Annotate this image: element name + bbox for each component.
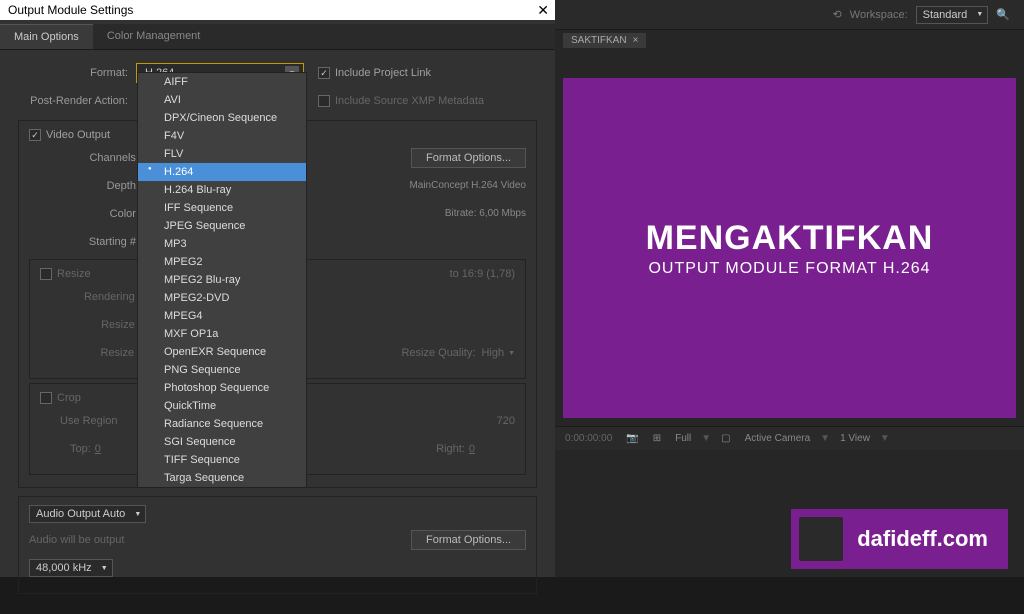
include-xmp-label: Include Source XMP Metadata	[335, 95, 484, 107]
channels-label: Channels:	[29, 152, 147, 164]
format-option[interactable]: PNG Sequence	[138, 361, 306, 379]
audio-rate-dropdown[interactable]: 48,000 kHz	[29, 559, 113, 577]
use-region-label: Use Region	[60, 415, 117, 427]
workspace-bar: ⟲ Workspace: Standard 🔍	[555, 0, 1024, 30]
crop-label: Crop	[57, 392, 81, 404]
workspace-label: Workspace:	[850, 9, 908, 21]
resolution-dropdown[interactable]: Full	[671, 432, 695, 445]
camera-dropdown[interactable]: Active Camera	[741, 432, 815, 445]
format-option[interactable]: Radiance Sequence	[138, 415, 306, 433]
format-option[interactable]: MXF OP1a	[138, 325, 306, 343]
camera-icon[interactable]: 📷	[622, 432, 642, 445]
audio-output-dropdown[interactable]: Audio Output Auto	[29, 505, 146, 523]
timecode[interactable]: 0:00:00:00	[561, 432, 616, 445]
resize-label: Resize	[57, 268, 91, 280]
dialog-title: Output Module Settings	[8, 3, 133, 17]
resize-quality-label: Resize Quality:	[401, 347, 475, 359]
resize-quality-value: High	[481, 347, 504, 359]
top-value[interactable]: 0	[95, 443, 101, 455]
preview-subtitle: OUTPUT MODULE FORMAT H.264	[648, 260, 930, 278]
format-option[interactable]: DPX/Cineon Sequence	[138, 109, 306, 127]
format-option[interactable]: AIFF	[138, 73, 306, 91]
format-option[interactable]: FLV	[138, 145, 306, 163]
format-option[interactable]: Photoshop Sequence	[138, 379, 306, 397]
format-option[interactable]: AVI	[138, 91, 306, 109]
tab-color-management[interactable]: Color Management	[93, 24, 215, 49]
format-option[interactable]: JPEG Sequence	[138, 217, 306, 235]
format-option[interactable]: MPEG2-DVD	[138, 289, 306, 307]
format-option[interactable]: Targa Sequence	[138, 469, 306, 487]
preview-title: MENGAKTIFKAN	[646, 219, 934, 258]
format-option[interactable]: QuickTime	[138, 397, 306, 415]
composition-tab-bar: SAKTIFKAN ×	[555, 30, 1024, 50]
format-option[interactable]: MPEG4	[138, 307, 306, 325]
format-option[interactable]: H.264 Blu-ray	[138, 181, 306, 199]
format-option[interactable]: TIFF Sequence	[138, 451, 306, 469]
preview-panel: MENGAKTIFKAN OUTPUT MODULE FORMAT H.264	[563, 78, 1016, 418]
video-output-label: Video Output	[46, 129, 110, 141]
region-icon[interactable]: ▢	[717, 432, 734, 445]
format-option[interactable]: MP3	[138, 235, 306, 253]
preview-controls: 0:00:00:00 📷 ⊞ Full ▼ ▢ Active Camera ▼ …	[555, 426, 1024, 450]
stretch-hint: to 16:9 (1,78)	[450, 268, 515, 280]
workspace-dropdown[interactable]: Standard	[916, 6, 989, 24]
codec-info-2: Bitrate: 6,00 Mbps	[445, 207, 526, 221]
audio-format-options-button[interactable]: Format Options...	[411, 530, 526, 550]
format-option[interactable]: MPEG2	[138, 253, 306, 271]
format-option[interactable]: MPEG2 Blu-ray	[138, 271, 306, 289]
include-link-checkbox[interactable]: ✓	[318, 67, 330, 79]
color-label: Color:	[29, 208, 147, 220]
format-option[interactable]: OpenEXR Sequence	[138, 343, 306, 361]
sync-icon: ⟲	[833, 8, 842, 21]
crop-res: 720	[497, 415, 515, 427]
close-icon[interactable]: ×	[633, 35, 639, 46]
depth-label: Depth:	[29, 180, 147, 192]
tab-main-options[interactable]: Main Options	[0, 24, 93, 49]
format-option[interactable]: H.264	[138, 163, 306, 181]
app-background: ⟲ Workspace: Standard 🔍 SAKTIFKAN × MENG…	[555, 0, 1024, 577]
grid-icon[interactable]: ⊞	[649, 432, 665, 445]
format-option[interactable]: IFF Sequence	[138, 199, 306, 217]
format-dropdown-list: AIFFAVIDPX/Cineon SequenceF4VFLVH.264H.2…	[137, 72, 307, 488]
format-option[interactable]: SGI Sequence	[138, 433, 306, 451]
close-button[interactable]: ✕	[537, 2, 549, 19]
format-label: Format:	[18, 67, 136, 79]
composition-tab[interactable]: SAKTIFKAN ×	[563, 33, 646, 48]
crop-checkbox[interactable]	[40, 392, 52, 404]
view-dropdown[interactable]: 1 View	[836, 432, 874, 445]
dialog-tabs: Main Options Color Management	[0, 24, 555, 50]
include-xmp-checkbox[interactable]	[318, 95, 330, 107]
video-output-checkbox[interactable]: ✓	[29, 129, 41, 141]
format-option[interactable]: F4V	[138, 127, 306, 145]
composition-tab-label: SAKTIFKAN	[571, 35, 627, 46]
include-link-label: Include Project Link	[335, 67, 431, 79]
top-label: Top:	[70, 443, 91, 455]
dialog-titlebar: Output Module Settings ✕	[0, 0, 555, 20]
search-icon[interactable]: 🔍	[996, 8, 1010, 21]
output-module-dialog: Output Module Settings ✕ Main Options Co…	[0, 0, 555, 577]
right-value[interactable]: 0	[469, 443, 475, 455]
codec-info-1: MainConcept H.264 Video	[409, 179, 526, 193]
banner-text: dafideff.com	[857, 526, 988, 552]
avatar	[799, 517, 843, 561]
format-options-button[interactable]: Format Options...	[411, 148, 526, 168]
brand-banner: dafideff.com	[791, 509, 1008, 569]
right-label: Right:	[436, 443, 465, 455]
post-render-label: Post-Render Action:	[18, 95, 136, 107]
resize-checkbox[interactable]	[40, 268, 52, 280]
starting-num-label: Starting #:	[29, 236, 147, 248]
audio-note: Audio will be output	[29, 534, 124, 546]
